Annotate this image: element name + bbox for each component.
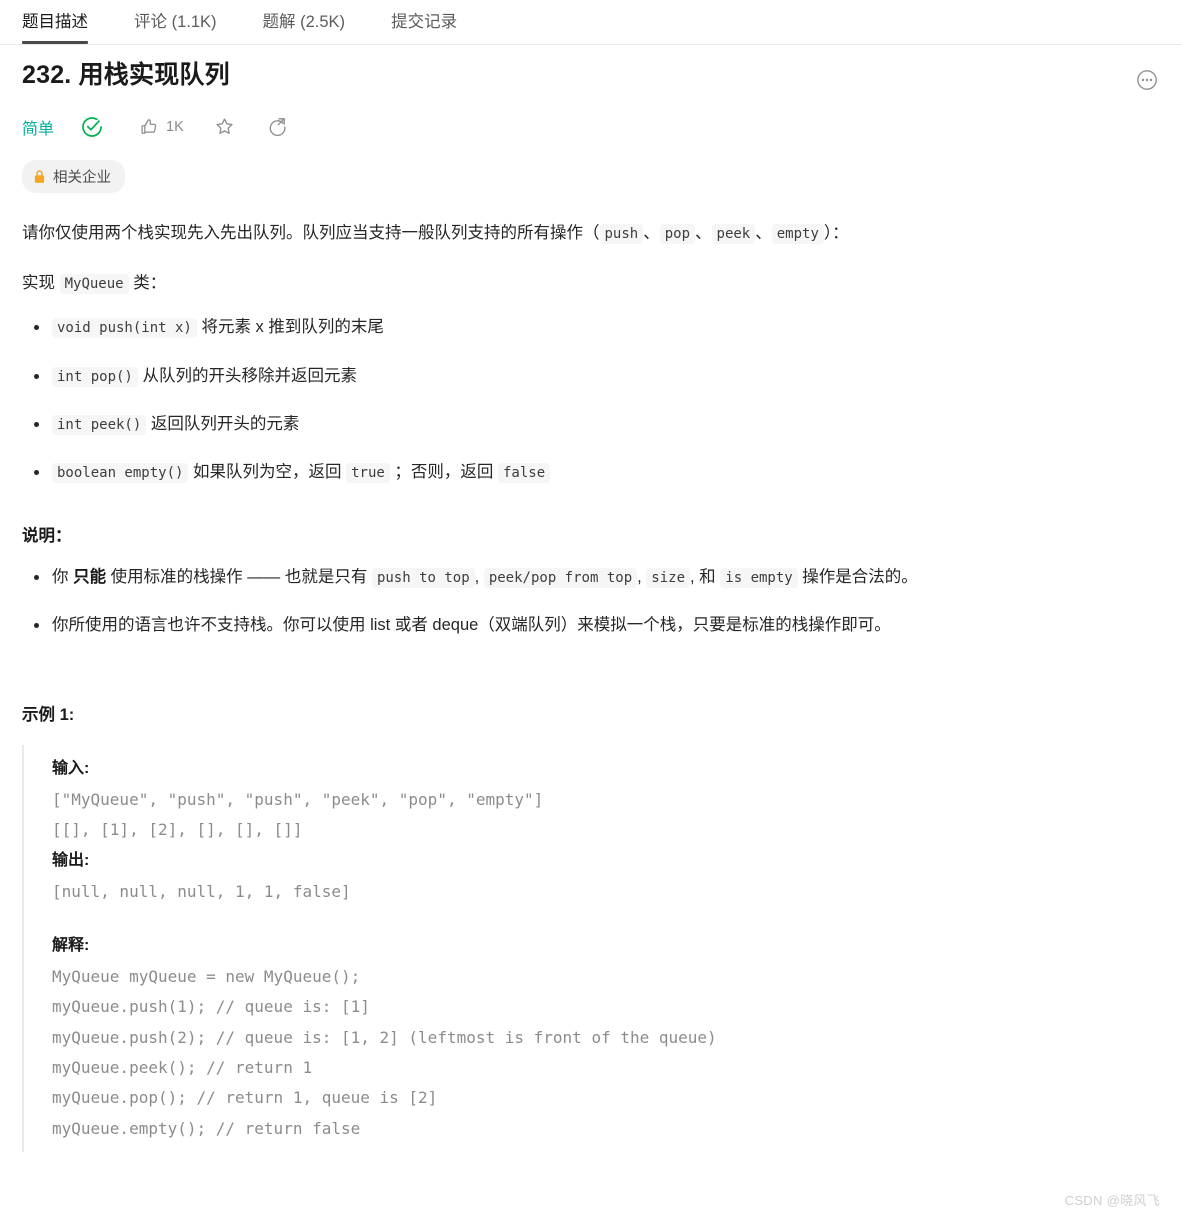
list-item: int peek() 返回队列开头的元素 — [34, 411, 1160, 437]
example-explain-line: myQueue.push(1); // queue is: [1] — [52, 997, 370, 1017]
code-peek: peek — [711, 223, 756, 244]
related-companies-label: 相关企业 — [53, 169, 111, 186]
method-desc-empty-b: ；否则，返回 — [389, 463, 498, 482]
code-true: true — [346, 463, 390, 484]
example-explain-line: myQueue.pop(); // return 1, queue is [2] — [52, 1088, 438, 1108]
note1-bold: 只能 — [73, 567, 107, 586]
example-explain-line: myQueue.empty(); // return false — [52, 1118, 361, 1138]
page-title: 232. 用栈实现队列 — [22, 61, 230, 89]
sep-2: 、 — [695, 223, 712, 242]
note1-a: 你 — [52, 567, 74, 586]
implement-text-b: 类： — [128, 274, 167, 293]
method-desc-empty-a: 如果队列为空，返回 — [188, 463, 347, 482]
list-item: boolean empty() 如果队列为空，返回 true ；否则，返回 fa… — [34, 459, 1160, 485]
method-list: void push(int x) 将元素 x 推到队列的末尾 int pop()… — [22, 314, 1160, 486]
favorite-star-icon[interactable] — [214, 116, 235, 137]
example-explain-line: myQueue.push(2); // queue is: [1, 2] (le… — [52, 1027, 717, 1047]
list-item: int pop() 从队列的开头移除并返回元素 — [34, 363, 1160, 389]
list-item: 你所使用的语言也许不支持栈。你可以使用 list 或者 deque（双端队列）来… — [34, 612, 1160, 638]
method-code-push: void push(int x) — [52, 318, 197, 339]
tab-solutions[interactable]: 题解 (2.5K) — [263, 0, 346, 31]
example-input-label: 输入: — [52, 759, 90, 777]
example-block: 输入: ["MyQueue", "push", "push", "peek", … — [22, 744, 1160, 1153]
note1-b: 使用标准的栈操作 —— 也就是只有 — [106, 567, 372, 586]
list-item: 你 只能 使用标准的栈操作 —— 也就是只有 push to top, peek… — [34, 564, 1160, 590]
intro-text-a: 请你仅使用两个栈实现先入先出队列。队列应当支持一般队列支持的所有操作（ — [22, 223, 600, 242]
notes-heading: 说明： — [22, 526, 72, 545]
note1-d: , — [637, 567, 647, 586]
method-desc-push: 将元素 x 推到队列的末尾 — [196, 318, 384, 337]
code-pop: pop — [659, 223, 696, 244]
example-output-label: 输出: — [52, 852, 90, 870]
method-desc-peek: 返回队列开头的元素 — [146, 415, 300, 434]
implement-text-a: 实现 — [22, 274, 60, 293]
example-input-line: [[], [1], [2], [], [], []] — [52, 819, 303, 839]
more-horizontal-circle-icon[interactable] — [1136, 69, 1158, 91]
problem-content: 232. 用栈实现队列 简单 1K 相关企业 请你仅使用两个栈实现先入先出队列。… — [0, 59, 1182, 1153]
solved-check-icon[interactable] — [80, 115, 104, 139]
tab-description[interactable]: 题目描述 — [22, 0, 88, 43]
lock-icon — [33, 169, 46, 184]
note1-e: , 和 — [690, 567, 721, 586]
code-is-empty: is empty — [720, 567, 798, 588]
code-empty: empty — [771, 223, 824, 244]
like-count: 1K — [166, 118, 184, 135]
example-explain-label: 解释: — [52, 936, 90, 954]
method-desc-pop: 从队列的开头移除并返回元素 — [137, 366, 357, 385]
share-icon[interactable] — [267, 116, 288, 137]
example-output-line: [null, null, null, 1, 1, false] — [52, 882, 351, 902]
thumbs-up-button[interactable]: 1K — [139, 117, 184, 137]
method-code-pop: int pop() — [52, 366, 138, 387]
tab-submissions[interactable]: 提交记录 — [391, 0, 457, 31]
method-code-empty: boolean empty() — [52, 463, 189, 484]
intro-text-b: ）： — [823, 223, 849, 242]
sep-3: 、 — [755, 223, 772, 242]
tab-comments[interactable]: 评论 (1.1K) — [134, 0, 217, 31]
method-code-peek: int peek() — [52, 415, 147, 436]
title-row: 232. 用栈实现队列 — [22, 59, 1160, 92]
code-false: false — [498, 463, 551, 484]
example-input-line: ["MyQueue", "push", "push", "peek", "pop… — [52, 789, 544, 809]
code-push: push — [599, 223, 644, 244]
watermark: CSDN @晓风飞 — [1064, 1193, 1160, 1208]
badge-row: 相关企业 — [22, 159, 1160, 193]
code-myqueue: MyQueue — [59, 274, 129, 295]
example-heading: 示例 1: — [22, 705, 75, 724]
code-push-to-top: push to top — [371, 567, 475, 588]
note1-f: 操作是合法的。 — [797, 567, 918, 586]
example-explain-line: myQueue.peek(); // return 1 — [52, 1057, 313, 1077]
list-item: void push(int x) 将元素 x 推到队列的末尾 — [34, 314, 1160, 340]
intro-paragraph: 请你仅使用两个栈实现先入先出队列。队列应当支持一般队列支持的所有操作（ push、… — [22, 219, 1160, 248]
example-explain-line: MyQueue myQueue = new MyQueue(); — [52, 966, 361, 986]
note1-c: , — [474, 567, 484, 586]
problem-meta-row: 简单 1K — [22, 114, 1160, 140]
difficulty-label[interactable]: 简单 — [22, 115, 54, 139]
code-peek-pop-from-top: peek/pop from top — [483, 567, 638, 588]
example-spacer — [52, 908, 1160, 930]
notes-list: 你 只能 使用标准的栈操作 —— 也就是只有 push to top, peek… — [22, 564, 1160, 639]
code-size: size — [646, 567, 691, 588]
tab-bar: 题目描述 评论 (1.1K) 题解 (2.5K) 提交记录 — [0, 0, 1182, 45]
implement-paragraph: 实现 MyQueue 类： — [22, 269, 1160, 298]
related-companies-badge[interactable]: 相关企业 — [22, 159, 125, 193]
sep-1: 、 — [643, 223, 660, 242]
